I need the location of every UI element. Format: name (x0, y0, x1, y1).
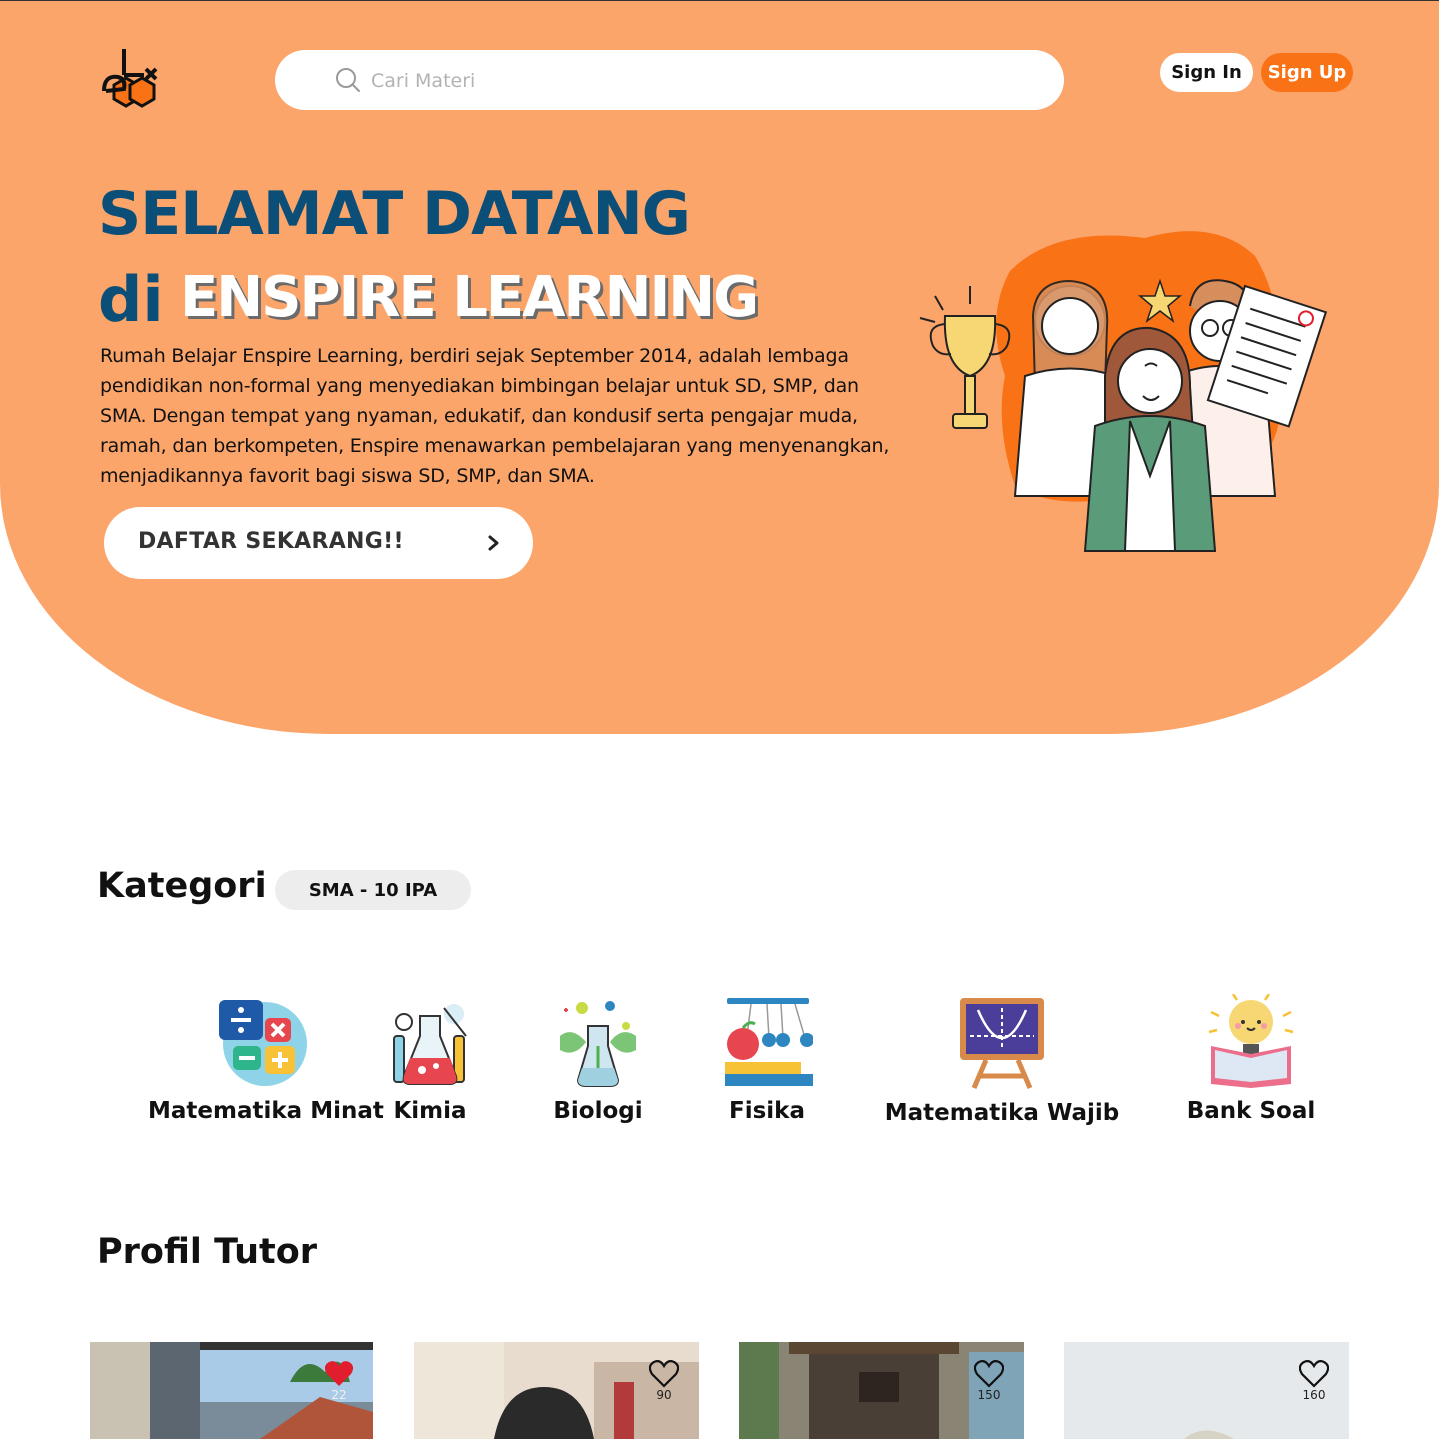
heart-outline-icon[interactable] (649, 1360, 679, 1388)
category-label: Kimia (393, 1098, 467, 1124)
hero-description: Rumah Belajar Enspire Learning, berdiri … (100, 345, 890, 487)
hero-title-brand: ENSPIRE LEARNING (180, 265, 759, 330)
like-count: 150 (977, 1388, 1001, 1402)
kategori-title: Kategori (97, 866, 267, 906)
category-label: Bank Soal (1186, 1098, 1316, 1124)
sign-in-button[interactable]: Sign In (1160, 53, 1253, 92)
category-fisika[interactable]: Fisika (717, 996, 817, 1124)
chemistry-flask-icon (393, 1004, 467, 1085)
like-count: 22 (331, 1388, 347, 1402)
hero-title-di: di (98, 263, 164, 336)
idea-book-icon (1208, 994, 1294, 1088)
enspire-logo[interactable] (96, 45, 160, 115)
heart-outline-icon[interactable] (1299, 1360, 1329, 1388)
category-bank-soal[interactable]: Bank Soal (1185, 994, 1317, 1124)
category-kimia[interactable]: Kimia (380, 996, 480, 1124)
graph-board-icon (960, 998, 1044, 1089)
biology-plant-icon (560, 1001, 636, 1087)
profil-tutor-title: Profil Tutor (97, 1232, 318, 1272)
category-matematika-minat[interactable]: Matematika Minat (148, 996, 384, 1124)
chevron-right-icon (488, 535, 499, 551)
level-selector[interactable]: SMA - 10 IPA (275, 870, 471, 910)
like-count: 90 (656, 1388, 672, 1402)
heart-filled-icon[interactable] (324, 1360, 354, 1388)
search-icon (336, 68, 360, 92)
students-celebrating-illustration (919, 231, 1328, 552)
category-matematika-wajib[interactable]: Matematika Wajib (882, 996, 1122, 1126)
like-count: 160 (1302, 1388, 1326, 1402)
category-label: Biologi (553, 1098, 643, 1124)
tutor-card[interactable]: 22 (90, 1342, 373, 1439)
search-input[interactable] (369, 64, 1033, 98)
heart-outline-icon[interactable] (974, 1360, 1004, 1388)
register-now-button[interactable]: DAFTAR SEKARANG!! (104, 507, 533, 579)
register-now-label: DAFTAR SEKARANG!! (138, 529, 404, 554)
category-label: Matematika Minat (148, 1098, 384, 1124)
category-label: Fisika (729, 1098, 805, 1124)
search-bar[interactable] (275, 50, 1064, 110)
sign-up-button[interactable]: Sign Up (1261, 53, 1353, 92)
hero-section: Sign In Sign Up SELAMAT DATANG di ENSPIR… (0, 0, 1439, 734)
math-operations-icon (219, 1000, 307, 1086)
category-label: Matematika Wajib (884, 1100, 1120, 1126)
hero-title: SELAMAT DATANG (98, 179, 691, 249)
tutor-card[interactable]: 150 (739, 1342, 1024, 1439)
tutor-card[interactable]: 90 (414, 1342, 699, 1439)
newtons-cradle-icon (725, 998, 813, 1086)
category-biologi[interactable]: Biologi (548, 996, 648, 1124)
tutor-card[interactable]: 160 (1064, 1342, 1349, 1439)
